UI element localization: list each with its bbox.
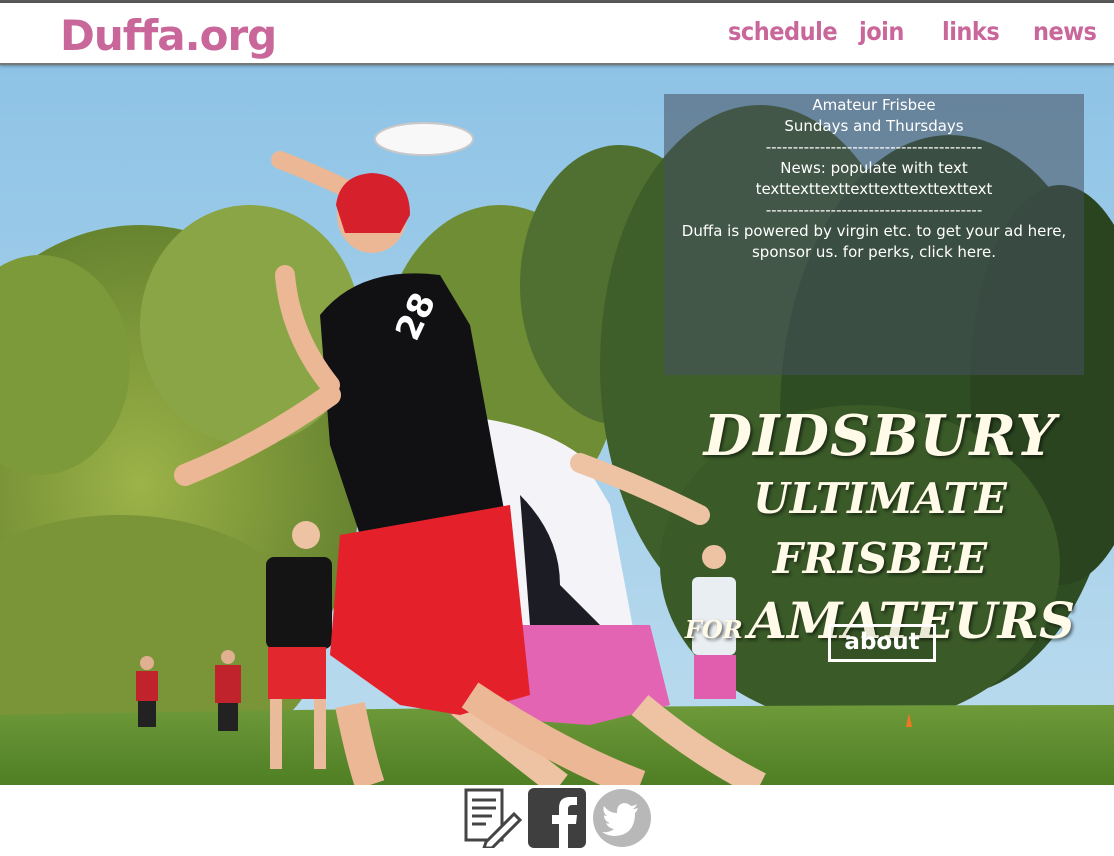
info-news-text: texttexttexttexttexttexttexttext	[755, 180, 993, 198]
site-logo[interactable]: Duffa.org	[60, 11, 277, 61]
info-sponsor-perks[interactable]: sponsor us. for perks, click here.	[664, 242, 1084, 263]
site-header: Duffa.org schedule join links news	[0, 3, 1114, 65]
footer	[0, 785, 1114, 856]
nav-schedule[interactable]: schedule	[728, 17, 838, 46]
document-edit-icon[interactable]	[462, 788, 523, 850]
facebook-icon[interactable]	[528, 788, 588, 848]
info-title: Amateur Frisbee	[812, 96, 936, 114]
info-sponsor[interactable]: Duffa is powered by virgin etc. to get y…	[664, 221, 1084, 242]
nav-links[interactable]: links	[942, 17, 1000, 46]
nav-join[interactable]: join	[859, 17, 904, 46]
headline-for: FOR	[684, 615, 743, 644]
headline-didsbury: DIDSBURY	[703, 403, 1057, 469]
info-box: Amateur Frisbee Sundays and Thursdays --…	[664, 94, 1084, 375]
info-divider: ----------------------------------------	[765, 201, 983, 219]
nav-news[interactable]: news	[1033, 17, 1097, 46]
about-button[interactable]: about	[828, 624, 936, 662]
info-news: News: populate with text	[780, 159, 968, 177]
info-divider: ----------------------------------------	[765, 138, 983, 156]
info-schedule: Sundays and Thursdays	[784, 117, 964, 135]
headline-ultimate-frisbee: ULTIMATE FRISBEE	[753, 474, 1007, 583]
twitter-icon[interactable]	[592, 788, 652, 848]
hero-section: 28 Amateur Frisbee Sundays and Thursdays…	[0, 65, 1114, 785]
